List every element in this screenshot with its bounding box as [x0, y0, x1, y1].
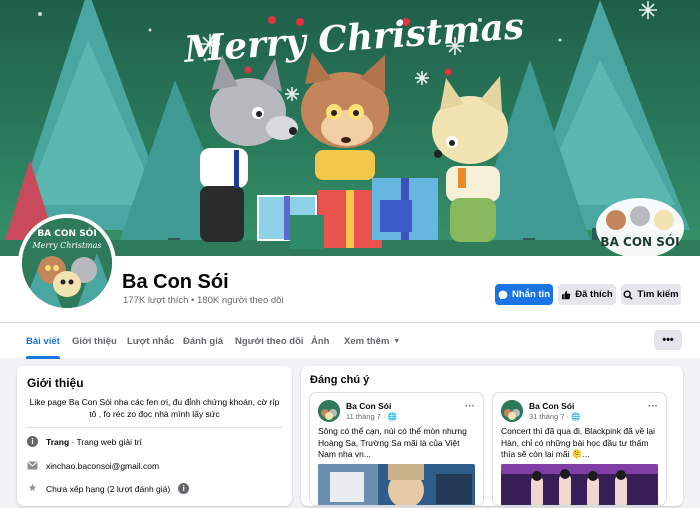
category-row: i Trang · Trang web giải trí — [27, 436, 142, 447]
message-button-label: Nhắn tin — [512, 289, 550, 300]
thumbs-up-icon — [562, 290, 571, 299]
globe-icon: 🌐 — [571, 412, 581, 421]
cover-greeting: Merry Christmas — [181, 5, 525, 71]
brand-logo: BA CON SÓI — [596, 198, 684, 256]
star-icon: ★ — [28, 483, 37, 494]
svg-text:Merry Christmas: Merry Christmas — [31, 241, 101, 250]
post-text: Concert thì đã qua đi, Blackpink đã về l… — [501, 426, 656, 459]
divider — [27, 427, 282, 428]
search-button-label: Tìm kiếm — [637, 289, 679, 300]
post-image[interactable] — [318, 464, 475, 505]
rating-text: Chưa xếp hạng (2 lượt đánh giá) — [46, 483, 171, 494]
rating-row: ★ Chưa xếp hạng (2 lượt đánh giá) i — [27, 483, 190, 494]
cover-illustration: Merry Christmas BA CON SÓI — [0, 0, 700, 256]
tab-more-label: Xem thêm — [344, 335, 390, 347]
globe-icon: 🌐 — [387, 412, 397, 421]
post-text: Sông có thể cạn, núi có thể mòn nhưng Ho… — [318, 426, 467, 459]
tab-mentions[interactable]: Lượt nhắc — [127, 323, 174, 359]
chevron-down-icon: ▼ — [393, 337, 401, 345]
post-options-icon[interactable]: ··· — [648, 401, 658, 412]
tab-posts[interactable]: Bài viết — [26, 323, 60, 359]
post-date-text[interactable]: 11 tháng 7 · — [346, 412, 385, 421]
post-avatar[interactable] — [501, 400, 523, 422]
email-row[interactable]: xinchao.baconsoi@gmail.com — [27, 460, 159, 471]
page-tabs: Bài viết Giới thiệu Lượt nhắc Đánh giá N… — [0, 322, 700, 359]
post-avatar[interactable] — [318, 400, 340, 422]
liked-button-label: Đã thích — [575, 289, 613, 300]
more-options-button[interactable]: ••• — [654, 330, 682, 350]
tab-more[interactable]: Xem thêm ▼ — [344, 323, 400, 359]
search-button[interactable]: Tìm kiếm — [621, 284, 681, 305]
featured-card: Đáng chú ý Ba Con Sói 11 tháng 7 · 🌐 ···… — [301, 366, 683, 506]
svg-text:BA CON SÓI: BA CON SÓI — [600, 234, 679, 249]
featured-post[interactable]: Ba Con Sói 11 tháng 7 · 🌐 ··· Sông có th… — [309, 392, 484, 506]
intro-bio: Like page Ba Con Sói nha các fen ơi, đu … — [29, 397, 280, 419]
search-icon — [623, 289, 634, 300]
tab-reviews[interactable]: Đánh giá — [183, 323, 223, 359]
svg-text:BA CON SÓI: BA CON SÓI — [37, 227, 96, 239]
category-label: Trang — [46, 436, 70, 447]
info-icon: i — [27, 436, 38, 447]
rating-info-icon[interactable]: i — [178, 483, 190, 494]
post-date-text[interactable]: 31 tháng 7 · — [529, 412, 569, 421]
post-date[interactable]: 11 tháng 7 · 🌐 — [346, 412, 397, 421]
page-stats[interactable]: 177K lượt thích • 180K người theo dõi — [123, 295, 284, 306]
page-title: Ba Con Sói — [122, 271, 229, 293]
message-button[interactable]: Nhắn tin — [495, 284, 553, 305]
avatar[interactable]: BA CON SÓI Merry Christmas — [18, 214, 116, 312]
cover-photo[interactable]: Merry Christmas BA CON SÓI — [0, 0, 700, 256]
post-image[interactable] — [501, 464, 658, 505]
tab-followers[interactable]: Người theo dõi — [235, 323, 304, 359]
intro-title: Giới thiệu — [27, 376, 84, 390]
category-value: · Trang web giải trí — [69, 436, 142, 447]
avatar-image: BA CON SÓI Merry Christmas — [22, 218, 112, 308]
liked-button[interactable]: Đã thích — [558, 284, 616, 305]
email-text[interactable]: xinchao.baconsoi@gmail.com — [46, 461, 159, 471]
intro-card: Giới thiệu Like page Ba Con Sói nha các … — [17, 366, 292, 506]
post-author[interactable]: Ba Con Sói — [346, 401, 391, 411]
featured-title: Đáng chú ý — [310, 374, 370, 386]
post-date[interactable]: 31 tháng 7 · 🌐 — [529, 412, 580, 421]
mail-icon — [27, 460, 38, 471]
messenger-icon — [498, 290, 508, 300]
featured-post[interactable]: Ba Con Sói 31 tháng 7 · 🌐 ··· Concert th… — [492, 392, 667, 506]
tab-photos[interactable]: Ảnh — [311, 323, 329, 359]
post-author[interactable]: Ba Con Sói — [529, 401, 574, 411]
tab-about[interactable]: Giới thiệu — [72, 323, 117, 359]
post-options-icon[interactable]: ··· — [465, 401, 475, 412]
